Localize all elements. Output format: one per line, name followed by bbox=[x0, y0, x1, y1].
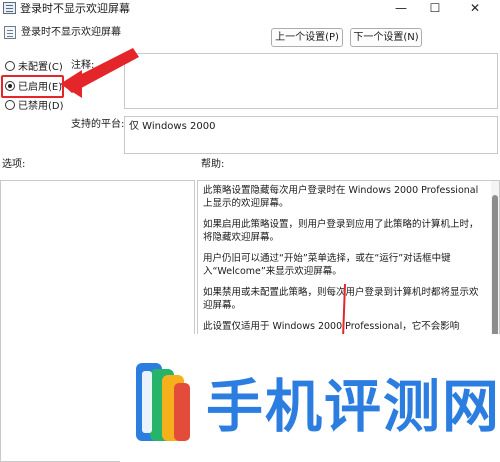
radio-disabled-button[interactable] bbox=[5, 100, 15, 110]
policy-setting-icon bbox=[4, 26, 16, 39]
radio-disabled-label: 已禁用(D) bbox=[18, 101, 64, 112]
help-paragraph: 如果禁用或未配置此策略，则每次用户登录到计算机时都将显示欢迎屏幕。 bbox=[203, 287, 479, 311]
enabled-highlight-box bbox=[1, 75, 64, 98]
radio-not-configured[interactable]: 未配置(C) bbox=[5, 61, 63, 75]
help-paragraph: 此策略设置隐藏每次用户登录时在 Windows 2000 Professiona… bbox=[203, 185, 479, 209]
comment-textarea[interactable] bbox=[124, 53, 498, 109]
maximize-button[interactable]: ☐ bbox=[420, 0, 450, 17]
close-button[interactable]: ✕ bbox=[460, 0, 490, 17]
radio-not-configured-label: 未配置(C) bbox=[18, 62, 63, 73]
next-setting-button[interactable]: 下一个设置(N) bbox=[350, 28, 422, 47]
help-paragraph: 如果启用此策略设置，则用户登录到应用了此策略的计算机上时，将隐藏欢迎屏幕。 bbox=[203, 219, 479, 243]
radio-disabled[interactable]: 已禁用(D) bbox=[5, 100, 64, 114]
comment-label: 注释: bbox=[71, 60, 95, 71]
phone-logo-icon bbox=[136, 363, 190, 441]
minimize-button[interactable]: — bbox=[386, 0, 416, 17]
help-paragraph: 用户仍旧可以通过“开始”菜单选择，或在“运行”对话框中键入“Welcome”来显… bbox=[203, 253, 451, 277]
supported-platform-label: 支持的平台: bbox=[71, 119, 125, 130]
watermark-text: 手机评测网 bbox=[206, 374, 500, 440]
supported-platform-value: 仅 Windows 2000 bbox=[124, 116, 498, 154]
window-title: 登录时不显示欢迎屏幕 bbox=[20, 2, 130, 15]
title-bar: 登录时不显示欢迎屏幕 — ☐ ✕ bbox=[0, 0, 500, 17]
help-text: 此策略设置隐藏每次用户登录时在 Windows 2000 Professiona… bbox=[203, 184, 487, 354]
help-label: 帮助: bbox=[201, 159, 225, 170]
radio-not-configured-button[interactable] bbox=[5, 61, 15, 71]
options-label: 选项: bbox=[2, 159, 26, 170]
policy-name: 登录时不显示欢迎屏幕 bbox=[21, 27, 121, 38]
policy-window-icon bbox=[3, 2, 16, 14]
previous-setting-button[interactable]: 上一个设置(P) bbox=[271, 28, 343, 47]
